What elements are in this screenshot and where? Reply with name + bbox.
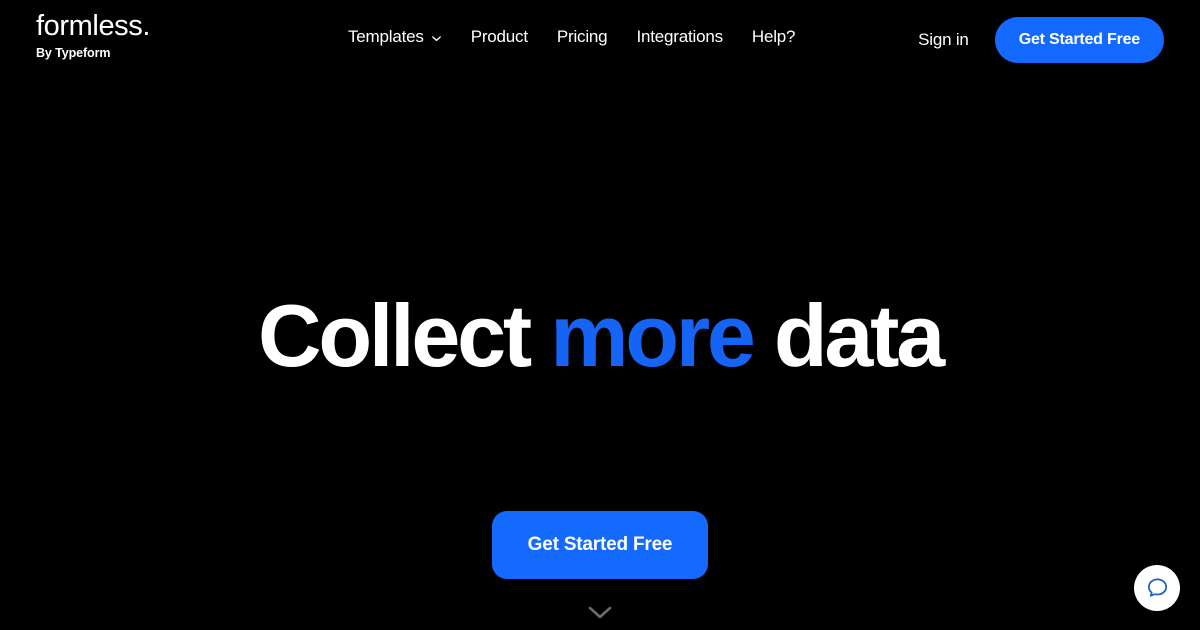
- nav-item-integrations[interactable]: Integrations: [636, 27, 723, 47]
- brand-subtitle: By Typeform: [36, 46, 111, 60]
- nav-item-templates[interactable]: Templates: [348, 27, 442, 47]
- scroll-down-chevron-icon[interactable]: [0, 605, 1200, 620]
- header-get-started-button[interactable]: Get Started Free: [994, 17, 1164, 63]
- brand-logo[interactable]: formless. By Typeform: [36, 12, 150, 60]
- chevron-down-icon: [431, 33, 442, 44]
- nav-item-product[interactable]: Product: [471, 27, 528, 47]
- page-title: Collect more data: [0, 292, 1200, 380]
- header-actions: Sign in Get Started Free: [918, 17, 1164, 63]
- nav-item-label: Help?: [751, 27, 796, 46]
- main-navigation: Templates Product Pricing Integrations H…: [348, 27, 796, 47]
- headline-part-1: Collect: [257, 286, 551, 385]
- hero-cta-container: Get Started Free: [0, 511, 1200, 579]
- nav-item-label: Product: [470, 27, 528, 46]
- nav-item-label: Integrations: [636, 27, 723, 46]
- chat-bubble-icon: [1145, 576, 1170, 601]
- nav-item-label: Templates: [348, 27, 424, 46]
- nav-item-help[interactable]: Help?: [751, 27, 796, 47]
- headline-accent-word: more: [550, 286, 756, 385]
- hero-get-started-button[interactable]: Get Started Free: [492, 511, 708, 579]
- nav-item-label: Pricing: [556, 27, 608, 46]
- nav-item-pricing[interactable]: Pricing: [557, 27, 608, 47]
- chat-widget-button[interactable]: [1134, 565, 1180, 611]
- brand-name: formless.: [36, 10, 151, 42]
- hero-section: Collect more data Get Started Free: [0, 80, 1200, 630]
- headline-part-2: data: [752, 286, 945, 385]
- sign-in-link[interactable]: Sign in: [918, 30, 969, 50]
- site-header: formless. By Typeform Templates Product …: [0, 0, 1200, 80]
